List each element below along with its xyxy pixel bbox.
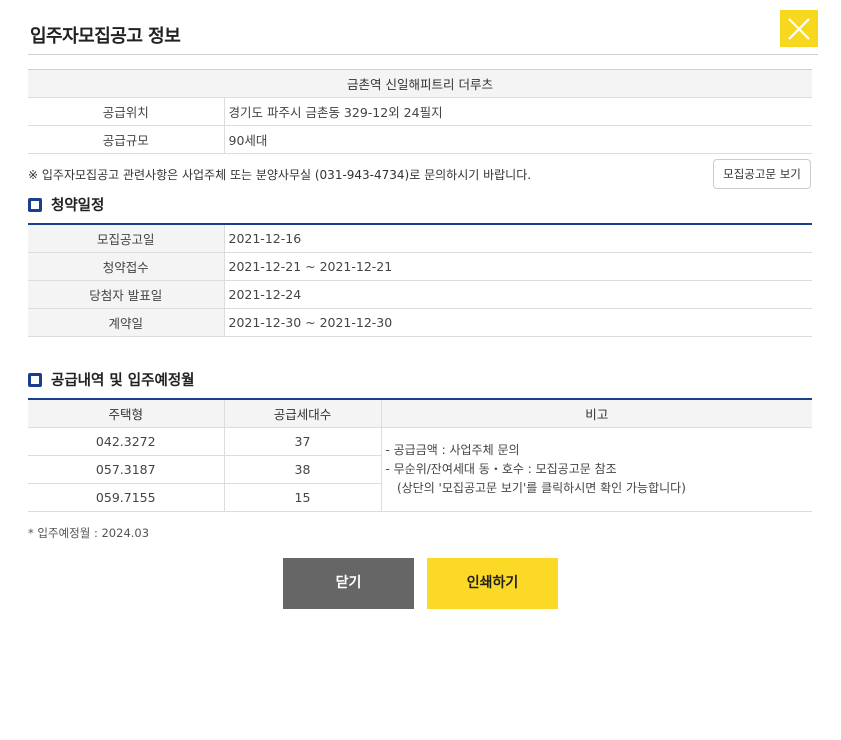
remark-line: (상단의 '모집공고문 보기'를 클릭하시면 확인 가능합니다) [385,480,686,495]
info-value: 경기도 파주시 금촌동 329-12외 24필지 [224,97,812,126]
schedule-value: 2021-12-21 ~ 2021-12-21 [224,252,812,281]
schedule-label: 당첨자 발표일 [28,280,225,309]
schedule-label: 모집공고일 [28,224,225,253]
move-in-footnote: * 입주예정월 : 2024.03 [28,526,150,540]
schedule-value: 2021-12-16 [224,224,812,253]
info-label: 공급규모 [28,125,225,154]
info-value: 90세대 [224,125,812,154]
section-bullet-icon [28,198,42,212]
table-header-row: 주택형 공급세대수 비고 [28,399,812,428]
schedule-label: 청약접수 [28,252,225,281]
print-button[interactable]: 인쇄하기 [427,558,558,609]
schedule-table: 모집공고일 2021-12-16 청약접수 2021-12-21 ~ 2021-… [28,223,812,337]
table-row: 계약일 2021-12-30 ~ 2021-12-30 [28,308,812,337]
schedule-label: 계약일 [28,308,225,337]
table-row: 청약접수 2021-12-21 ~ 2021-12-21 [28,252,812,281]
section-bullet-icon [28,373,42,387]
column-header-units: 공급세대수 [224,399,382,428]
info-label: 공급위치 [28,97,225,126]
remark-line: - 공급금액 : 사업주체 문의 [385,442,520,457]
table-row: 당첨자 발표일 2021-12-24 [28,280,812,309]
close-dialog-button[interactable]: 닫기 [283,558,414,609]
supply-units: 15 [224,483,382,512]
house-type: 057.3187 [28,455,225,484]
view-announcement-button[interactable]: 모집공고문 보기 [713,159,811,189]
remarks-cell: - 공급금액 : 사업주체 문의 - 무순위/잔여세대 동・호수 : 모집공고문… [381,427,812,512]
table-row: 모집공고일 2021-12-16 [28,224,812,253]
schedule-title-text: 청약일정 [51,198,105,214]
table-row: 공급규모 90세대 [28,125,812,154]
supply-table: 주택형 공급세대수 비고 042.3272 37 - 공급금액 : 사업주체 문… [28,398,812,512]
modal-title: 입주자모집공고 정보 [30,26,181,47]
house-type: 059.7155 [28,483,225,512]
close-button[interactable] [780,10,818,47]
supply-title-text: 공급내역 및 입주예정월 [51,373,195,389]
contact-notice: ※ 입주자모집공고 관련사항은 사업주체 또는 분양사무실 (031-943-4… [28,168,532,182]
table-row: 공급위치 경기도 파주시 금촌동 329-12외 24필지 [28,97,812,126]
modal-header: 입주자모집공고 정보 [28,0,818,55]
close-icon [788,18,810,40]
schedule-value: 2021-12-24 [224,280,812,309]
schedule-value: 2021-12-30 ~ 2021-12-30 [224,308,812,337]
column-header-type: 주택형 [28,399,225,428]
remark-line: - 무순위/잔여세대 동・호수 : 모집공고문 참조 [385,461,617,476]
complex-info-table: 금촌역 신일해피트리 더루츠 공급위치 경기도 파주시 금촌동 329-12외 … [28,69,812,154]
schedule-section-title: 청약일정 [28,194,104,215]
house-type: 042.3272 [28,427,225,456]
complex-name: 금촌역 신일해피트리 더루츠 [28,69,812,98]
supply-units: 37 [224,427,382,456]
supply-section-title: 공급내역 및 입주예정월 [28,369,195,390]
column-header-remarks: 비고 [381,399,812,428]
supply-units: 38 [224,455,382,484]
table-row: 042.3272 37 - 공급금액 : 사업주체 문의 - 무순위/잔여세대 … [28,427,812,512]
